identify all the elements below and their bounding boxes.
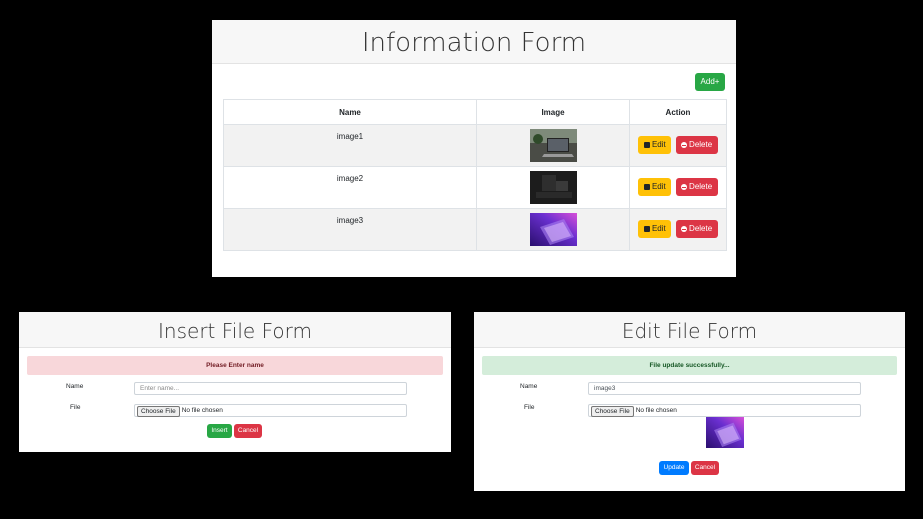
row-name: image1	[223, 124, 477, 167]
file-label: File	[524, 404, 535, 411]
name-input[interactable]: image3	[588, 382, 861, 395]
choose-file-button[interactable]: Choose File	[591, 406, 634, 417]
no-file-text: No file chosen	[181, 407, 223, 414]
thumbnail-image-3	[529, 212, 577, 246]
column-header-image: Image	[476, 99, 630, 125]
table-row: image1 Edit Delete	[223, 124, 727, 167]
name-label: Name	[520, 383, 538, 390]
insert-button[interactable]: Insert	[207, 424, 232, 438]
delete-button[interactable]: Delete	[675, 178, 718, 196]
name-input[interactable]: Enter name...	[134, 382, 407, 395]
table-row: image2 Edit Delete	[223, 166, 727, 209]
row-name: image2	[223, 166, 477, 209]
name-label: Name	[66, 383, 84, 390]
thumbnail-image-1	[529, 128, 577, 162]
insert-form-title: Insert File Form	[19, 312, 451, 348]
minus-circle-icon	[681, 226, 688, 232]
edit-button[interactable]: Edit	[638, 220, 672, 238]
page-title: Information Form	[212, 20, 736, 64]
choose-file-button[interactable]: Choose File	[137, 406, 180, 417]
files-table: Name Image Action image1 Edit Delete ima…	[223, 99, 727, 251]
delete-button[interactable]: Delete	[675, 136, 718, 154]
edit-button[interactable]: Edit	[638, 136, 672, 154]
file-label: File	[70, 404, 81, 411]
cancel-button[interactable]: Cancel	[691, 461, 719, 475]
information-form-panel: Information Form Add+ Name Image Action …	[212, 20, 736, 277]
edit-file-form-panel: Edit File Form File update successfully.…	[474, 312, 905, 491]
column-header-name: Name	[223, 99, 477, 125]
thumbnail-image-2	[529, 170, 577, 204]
edit-icon	[643, 142, 650, 148]
file-input[interactable]: Choose File No file chosen	[588, 404, 861, 417]
cancel-button[interactable]: Cancel	[234, 424, 262, 438]
add-button[interactable]: Add+	[695, 73, 725, 91]
current-image-preview	[706, 417, 744, 448]
file-input[interactable]: Choose File No file chosen	[134, 404, 407, 417]
table-row: image3 Edit Delete	[223, 208, 727, 251]
minus-circle-icon	[681, 142, 688, 148]
delete-button[interactable]: Delete	[675, 220, 718, 238]
edit-icon	[643, 184, 650, 190]
table-header-row: Name Image Action	[223, 99, 727, 125]
update-button[interactable]: Update	[659, 461, 689, 475]
error-alert: Please Enter name	[27, 356, 443, 375]
minus-circle-icon	[681, 184, 688, 190]
insert-file-form-panel: Insert File Form Please Enter name Name …	[19, 312, 451, 452]
edit-icon	[643, 226, 650, 232]
edit-button[interactable]: Edit	[638, 178, 672, 196]
edit-form-title: Edit File Form	[474, 312, 905, 348]
column-header-action: Action	[629, 99, 727, 125]
row-name: image3	[223, 208, 477, 251]
success-alert: File update successfully...	[482, 356, 897, 375]
no-file-text: No file chosen	[635, 407, 677, 414]
